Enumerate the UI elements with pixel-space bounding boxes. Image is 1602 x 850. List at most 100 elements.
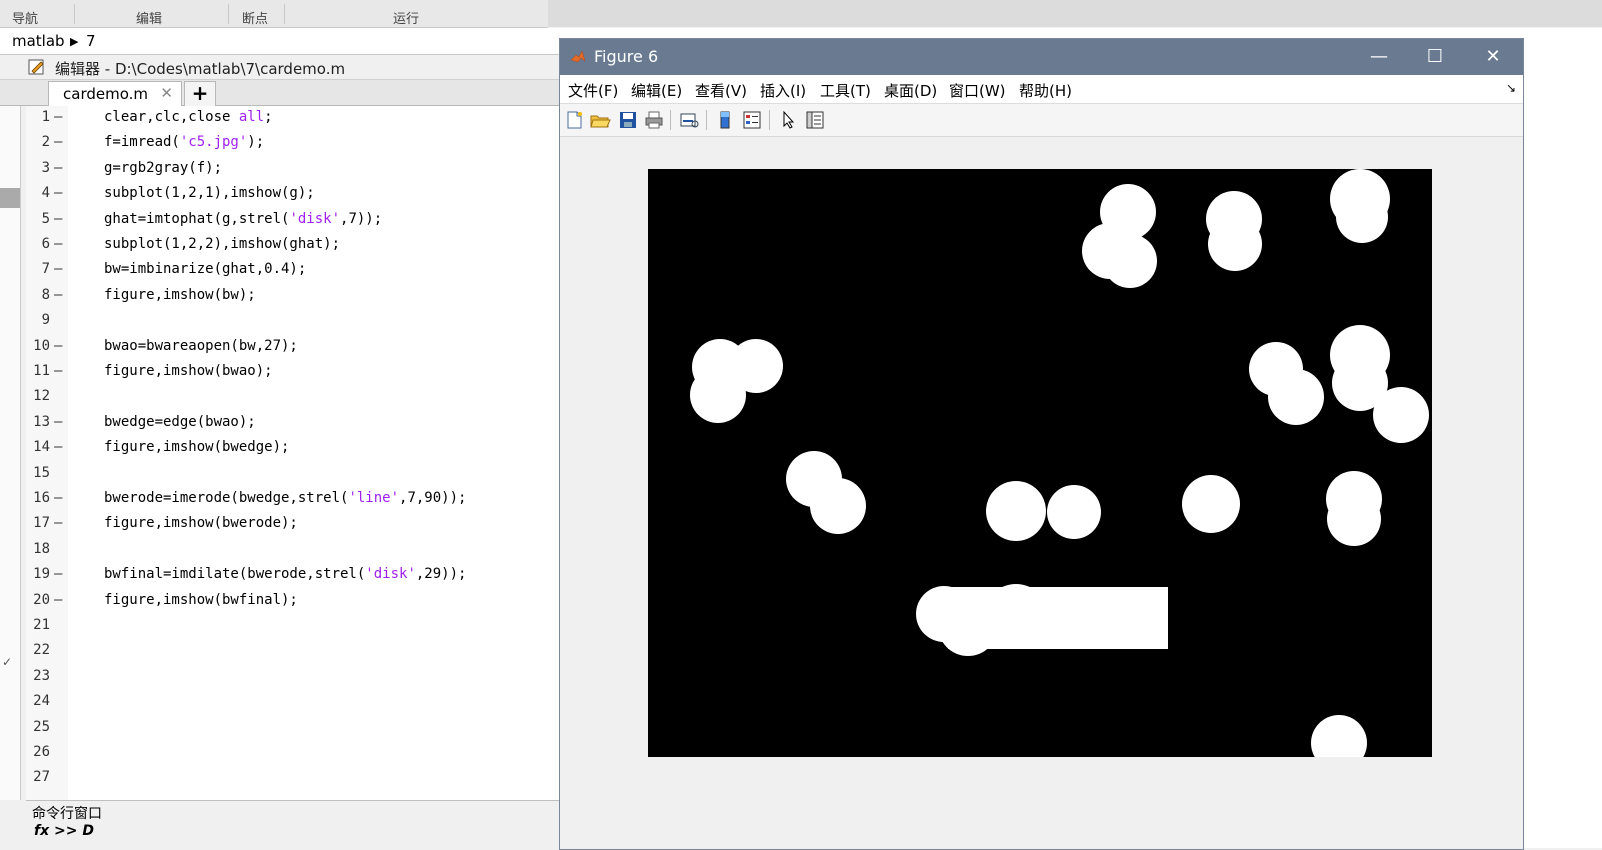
binary-image [690, 169, 1429, 771]
code-line[interactable]: clear,clc,close all; [104, 109, 273, 125]
menu-tools[interactable]: 工具(T) [820, 80, 871, 101]
new-tab-plus-icon[interactable]: + [184, 81, 216, 106]
line-number: 13 [33, 414, 50, 430]
line-number: 24 [33, 693, 50, 709]
dock-arrow-icon[interactable]: ↘ [1506, 81, 1516, 95]
tab-cardemo[interactable]: cardemo.m ✕ [48, 81, 182, 106]
breakpoint-dash[interactable]: — [54, 109, 62, 125]
link-plot-icon[interactable] [678, 109, 700, 131]
string-literal: 'line' [348, 490, 400, 506]
breakpoint-dash[interactable]: — [54, 566, 62, 582]
breakpoint-dash[interactable]: — [54, 211, 62, 227]
section-run[interactable]: 运行 [393, 8, 419, 27]
code-line[interactable]: figure,imshow(bwao); [104, 363, 273, 379]
breakpoint-dash[interactable]: — [54, 363, 62, 379]
figure-window: Figure 6 — ☐ ✕ 文件(F) 编辑(E) 查看(V) 插入(I) 工… [559, 38, 1524, 850]
code-line[interactable]: bwao=bwareaopen(bw,27); [104, 338, 298, 354]
code-text: bwedge=edge(bwao); [104, 414, 256, 430]
minimize-icon[interactable]: — [1356, 43, 1402, 71]
code-text: clear,clc,close [104, 109, 239, 125]
code-text: ); [247, 134, 265, 150]
menu-insert[interactable]: 插入(I) [760, 80, 806, 101]
section-breakpoints[interactable]: 断点 [242, 8, 268, 27]
command-prompt[interactable]: fx >> D [34, 823, 94, 839]
breakpoint-dash[interactable]: — [54, 439, 62, 455]
breakpoint-dash[interactable]: — [54, 592, 62, 608]
code-line[interactable]: bw=imbinarize(ghat,0.4); [104, 261, 306, 277]
section-navigate[interactable]: 导航 [12, 8, 38, 27]
line-number: 1 [41, 109, 50, 125]
line-number: 21 [33, 617, 50, 633]
colorbar-icon[interactable] [714, 109, 736, 131]
section-edit[interactable]: 编辑 [136, 8, 162, 27]
breakpoint-dash[interactable]: — [54, 338, 62, 354]
breakpoint-dash[interactable]: — [54, 490, 62, 506]
code-line[interactable]: bwfinal=imdilate(bwerode,strel('disk',29… [104, 566, 466, 582]
code-line[interactable]: figure,imshow(bwedge); [104, 439, 289, 455]
code-line[interactable]: f=imread('c5.jpg'); [104, 134, 264, 150]
line-number: 4 [41, 185, 50, 201]
editor-tab-row: cardemo.m ✕ + [0, 80, 570, 106]
line-number: 15 [33, 465, 50, 481]
line-number: 18 [33, 541, 50, 557]
save-icon[interactable] [617, 109, 639, 131]
line-number: 9 [41, 312, 50, 328]
property-editor-icon[interactable] [804, 109, 826, 131]
code-line[interactable]: g=rgb2gray(f); [104, 160, 222, 176]
code-line[interactable]: bwedge=edge(bwao); [104, 414, 256, 430]
left-panel-strip: ▼ ✓ [0, 55, 21, 800]
menu-view[interactable]: 查看(V) [695, 80, 747, 101]
breakpoint-dash[interactable]: — [54, 134, 62, 150]
breakpoint-dash[interactable]: — [54, 515, 62, 531]
code-line[interactable]: subplot(1,2,1),imshow(g); [104, 185, 315, 201]
string-literal: 'disk' [289, 211, 341, 227]
code-line[interactable]: figure,imshow(bwfinal); [104, 592, 298, 608]
line-number: 2 [41, 134, 50, 150]
code-text: bwao=bwareaopen(bw,27); [104, 338, 298, 354]
line-number: 11 [33, 363, 50, 379]
maximize-icon[interactable]: ☐ [1412, 43, 1458, 71]
breakpoint-dash[interactable]: — [54, 236, 62, 252]
menu-edit[interactable]: 编辑(E) [631, 80, 682, 101]
print-icon[interactable] [643, 109, 665, 131]
path-root[interactable]: matlab [12, 32, 65, 50]
binary-image-axes[interactable] [648, 169, 1432, 771]
figure-titlebar[interactable]: Figure 6 — ☐ ✕ [560, 39, 1523, 75]
code-line[interactable]: figure,imshow(bwerode); [104, 515, 298, 531]
breakpoint-dash[interactable]: — [54, 287, 62, 303]
menu-help[interactable]: 帮助(H) [1019, 80, 1072, 101]
code-line[interactable]: ghat=imtophat(g,strel('disk',7)); [104, 211, 382, 227]
code-text: bwfinal=imdilate(bwerode,strel( [104, 566, 366, 582]
breakpoint-dash[interactable]: — [54, 160, 62, 176]
figure-toolbar [560, 104, 1523, 137]
breakpoint-dash[interactable]: — [54, 414, 62, 430]
menu-file[interactable]: 文件(F) [568, 80, 618, 101]
menu-desktop[interactable]: 桌面(D) [884, 80, 937, 101]
line-number: 23 [33, 668, 50, 684]
code-text: bw=imbinarize(ghat,0.4); [104, 261, 307, 277]
line-number: 19 [33, 566, 50, 582]
code-text: figure,imshow(bwfinal); [104, 592, 298, 608]
path-folder[interactable]: 7 [86, 32, 96, 50]
pointer-icon[interactable] [778, 109, 800, 131]
menu-window[interactable]: 窗口(W) [949, 80, 1006, 101]
line-number: 25 [33, 719, 50, 735]
editor-pencil-icon [28, 59, 44, 75]
close-window-icon[interactable]: ✕ [1470, 43, 1516, 71]
code-text: subplot(1,2,2),imshow(ghat); [104, 236, 341, 252]
line-number: 14 [33, 439, 50, 455]
command-window[interactable]: 命令行窗口 fx >> D [26, 800, 566, 849]
breakpoint-dash[interactable]: — [54, 261, 62, 277]
open-file-icon[interactable] [589, 109, 611, 131]
code-line[interactable]: figure,imshow(bw); [104, 287, 256, 303]
code-line[interactable]: bwerode=imerode(bwedge,strel('line',7,90… [104, 490, 466, 506]
code-line[interactable]: subplot(1,2,2),imshow(ghat); [104, 236, 340, 252]
line-number: 16 [33, 490, 50, 506]
check-icon: ✓ [2, 655, 13, 669]
close-tab-icon[interactable]: ✕ [160, 84, 173, 102]
figure-menubar: 文件(F) 编辑(E) 查看(V) 插入(I) 工具(T) 桌面(D) 窗口(W… [560, 75, 1523, 104]
code-text: ,7)); [340, 211, 383, 227]
legend-icon[interactable] [741, 109, 763, 131]
breakpoint-dash[interactable]: — [54, 185, 62, 201]
new-figure-icon[interactable] [563, 109, 585, 131]
